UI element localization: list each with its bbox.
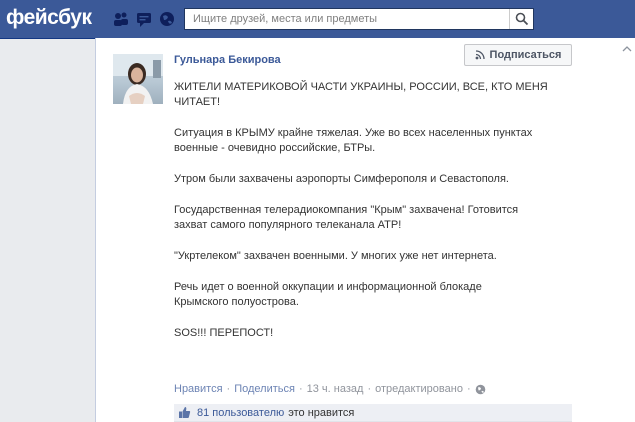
separator: · (298, 383, 303, 395)
post-paragraph: Утром были захвачены аэропорты Симферопо… (174, 173, 509, 185)
likes-bar: 81 пользователю это нравится (174, 404, 572, 422)
search-icon (515, 12, 529, 26)
post-paragraph: Речь идет о военной оккупации и информац… (174, 281, 482, 308)
timestamp[interactable]: 13 ч. назад (307, 383, 364, 395)
separator: · (226, 383, 231, 395)
friends-icon[interactable] (112, 10, 130, 28)
separator: · (367, 383, 372, 395)
search-button[interactable] (509, 9, 533, 29)
privacy-globe-icon[interactable] (475, 384, 486, 395)
likes-count-link[interactable]: 81 пользователю (197, 407, 284, 419)
post-actions: Нравится · Поделиться · 13 ч. назад · от… (174, 383, 486, 395)
rss-icon (475, 50, 485, 60)
post-paragraph: ЖИТЕЛИ МАТЕРИКОВОЙ ЧАСТИ УКРАИНЫ, РОССИИ… (174, 81, 548, 108)
logo[interactable]: фейсбук (6, 6, 92, 30)
search-box (184, 8, 534, 30)
search-input[interactable] (185, 9, 505, 29)
author-name[interactable]: Гульнара Бекирова (174, 54, 281, 66)
globe-icon[interactable] (158, 10, 176, 28)
post-paragraph: Государственная телерадиокомпания "Крым"… (174, 204, 519, 231)
subscribe-label: Подписаться (489, 49, 562, 61)
post-paragraph: "Укртелеком" захвачен военными. У многих… (174, 250, 497, 262)
post-container: Гульнара Бекирова Подписаться ЖИТЕЛИ МАТ… (95, 38, 635, 422)
thumbs-up-icon (178, 406, 191, 419)
scroll-up-icon[interactable] (622, 44, 632, 54)
top-bar: фейсбук (0, 0, 635, 39)
subscribe-button[interactable]: Подписаться (464, 44, 572, 66)
share-link[interactable]: Поделиться (234, 383, 295, 395)
post-text: ЖИТЕЛИ МАТЕРИКОВОЙ ЧАСТИ УКРАИНЫ, РОССИИ… (174, 80, 594, 357)
likes-suffix: это нравится (288, 406, 355, 419)
separator: · (466, 383, 471, 395)
edited-label[interactable]: отредактировано (375, 383, 463, 395)
post-paragraph: SOS!!! ПЕРЕПОСТ! (174, 327, 274, 339)
like-link[interactable]: Нравится (174, 383, 223, 395)
messages-icon[interactable] (135, 10, 153, 28)
post-paragraph: Ситуация в КРЫМУ крайне тяжелая. Уже во … (174, 127, 533, 154)
avatar[interactable] (113, 54, 163, 104)
